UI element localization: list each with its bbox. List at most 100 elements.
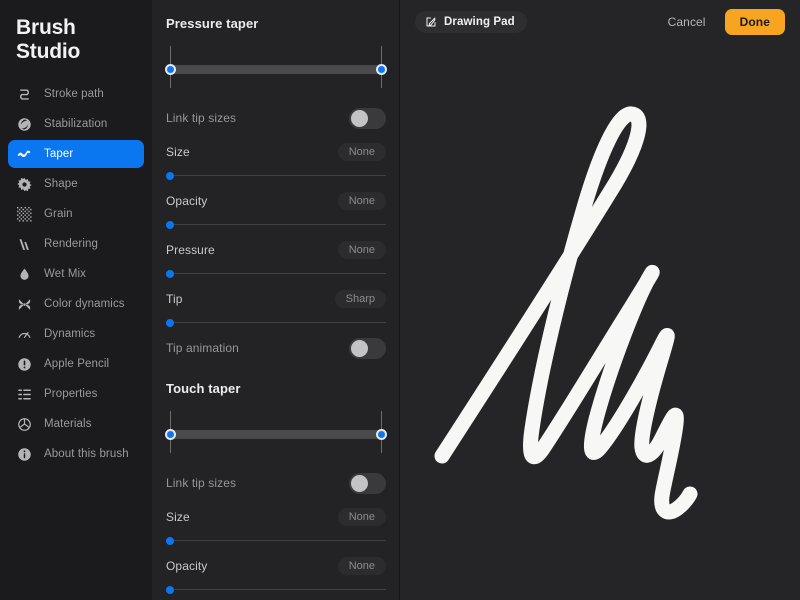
sidebar-item-label: Color dynamics bbox=[44, 298, 125, 310]
brush-stroke bbox=[434, 106, 698, 520]
slider-value-pill[interactable]: None bbox=[337, 192, 386, 210]
link-tip-sizes-toggle-touch[interactable] bbox=[349, 472, 386, 494]
taper-band bbox=[170, 430, 382, 439]
slider-label: Pressure bbox=[166, 243, 215, 257]
canvas-toolbar: Drawing Pad Cancel Done bbox=[400, 0, 800, 44]
link-tip-sizes-label: Link tip sizes bbox=[166, 476, 237, 490]
shape-icon bbox=[16, 176, 32, 192]
slider-knob[interactable] bbox=[166, 318, 174, 327]
slider-rail bbox=[166, 273, 386, 274]
slider-track[interactable] bbox=[166, 585, 386, 594]
tip-animation-label: Tip animation bbox=[166, 341, 239, 355]
slider-label: Size bbox=[166, 145, 190, 159]
brush-studio-window: Brush Studio Stroke path Stabilization Tap… bbox=[0, 0, 800, 600]
slider-rail bbox=[166, 540, 386, 541]
slider-row-tip-pressure[interactable]: Tip Sharp bbox=[166, 282, 386, 331]
slider-row-opacity-touch[interactable]: Opacity None bbox=[166, 549, 386, 598]
sidebar-item-color-dynamics[interactable]: Color dynamics bbox=[8, 290, 144, 318]
cancel-button[interactable]: Cancel bbox=[659, 10, 715, 34]
sidebar-item-stabilization[interactable]: Stabilization bbox=[8, 110, 144, 138]
slider-row-size-pressure[interactable]: Size None bbox=[166, 135, 386, 184]
slider-row-opacity-pressure[interactable]: Opacity None bbox=[166, 184, 386, 233]
sidebar-item-label: Dynamics bbox=[44, 328, 96, 340]
sidebar-item-materials[interactable]: Materials bbox=[8, 410, 144, 438]
sidebar-nav: Stroke path Stabilization Taper Shape Grain R… bbox=[8, 80, 144, 468]
stroke-path-icon bbox=[16, 86, 32, 102]
sidebar-item-about-this-brush[interactable]: About this brush bbox=[8, 440, 144, 468]
slider-label: Opacity bbox=[166, 194, 208, 208]
slider-track[interactable] bbox=[166, 171, 386, 180]
sidebar-item-shape[interactable]: Shape bbox=[8, 170, 144, 198]
link-tip-sizes-toggle-pressure[interactable] bbox=[349, 107, 386, 129]
taper-band bbox=[170, 65, 382, 74]
taper-end-handle[interactable] bbox=[376, 64, 387, 75]
tip-animation-toggle[interactable] bbox=[349, 337, 386, 359]
sidebar: Brush Studio Stroke path Stabilization Tap… bbox=[0, 0, 152, 600]
sidebar-item-label: Rendering bbox=[44, 238, 98, 250]
rendering-icon bbox=[16, 236, 32, 252]
settings-panel[interactable]: Pressure taper Link tip sizes Size None bbox=[152, 0, 400, 600]
sidebar-item-apple-pencil[interactable]: Apple Pencil bbox=[8, 350, 144, 378]
slider-knob[interactable] bbox=[166, 536, 174, 545]
slider-value-pill[interactable]: Sharp bbox=[334, 290, 386, 308]
taper-start-handle[interactable] bbox=[165, 429, 176, 440]
sidebar-item-grain[interactable]: Grain bbox=[8, 200, 144, 228]
slider-track[interactable] bbox=[166, 318, 386, 327]
slider-value-pill[interactable]: None bbox=[337, 557, 386, 575]
sidebar-item-label: Apple Pencil bbox=[44, 358, 110, 370]
materials-icon bbox=[16, 416, 32, 432]
sidebar-item-taper[interactable]: Taper bbox=[8, 140, 144, 168]
slider-label: Tip bbox=[166, 292, 183, 306]
grain-icon bbox=[16, 206, 32, 222]
pressure-taper-preview[interactable] bbox=[165, 41, 387, 93]
link-tip-sizes-row-touch[interactable]: Link tip sizes bbox=[166, 466, 386, 500]
touch-taper-preview[interactable] bbox=[165, 406, 387, 458]
done-button[interactable]: Done bbox=[724, 9, 785, 35]
sidebar-item-wet-mix[interactable]: Wet Mix bbox=[8, 260, 144, 288]
slider-knob[interactable] bbox=[166, 269, 174, 278]
slider-track[interactable] bbox=[166, 220, 386, 229]
sidebar-item-dynamics[interactable]: Dynamics bbox=[8, 320, 144, 348]
slider-value-pill[interactable]: None bbox=[337, 143, 386, 161]
drawing-pad-chip[interactable]: Drawing Pad bbox=[415, 11, 527, 33]
section-title-pressure-taper: Pressure taper bbox=[166, 16, 259, 31]
sidebar-item-label: Stroke path bbox=[44, 88, 104, 100]
sidebar-item-label: Stabilization bbox=[44, 118, 108, 130]
sidebar-item-label: About this brush bbox=[44, 448, 129, 460]
taper-end-handle[interactable] bbox=[376, 429, 387, 440]
slider-knob[interactable] bbox=[166, 171, 174, 180]
color-dynamics-icon bbox=[16, 296, 32, 312]
info-icon bbox=[16, 446, 32, 462]
slider-track[interactable] bbox=[166, 536, 386, 545]
link-tip-sizes-label: Link tip sizes bbox=[166, 111, 237, 125]
sidebar-item-stroke-path[interactable]: Stroke path bbox=[8, 80, 144, 108]
toggle-knob bbox=[351, 339, 368, 357]
sidebar-item-properties[interactable]: Properties bbox=[8, 380, 144, 408]
sidebar-item-label: Grain bbox=[44, 208, 73, 220]
stroke-preview-canvas[interactable] bbox=[400, 44, 800, 600]
tip-animation-row[interactable]: Tip animation bbox=[166, 331, 386, 365]
slider-rail bbox=[166, 589, 386, 590]
slider-value-pill[interactable]: None bbox=[337, 508, 386, 526]
slider-label: Opacity bbox=[166, 559, 208, 573]
slider-row-pressure-pressure[interactable]: Pressure None bbox=[166, 233, 386, 282]
sidebar-item-label: Taper bbox=[44, 148, 74, 160]
slider-knob[interactable] bbox=[166, 220, 174, 229]
sidebar-item-label: Materials bbox=[44, 418, 92, 430]
link-tip-sizes-row-pressure[interactable]: Link tip sizes bbox=[166, 101, 386, 135]
sidebar-item-rendering[interactable]: Rendering bbox=[8, 230, 144, 258]
taper-start-handle[interactable] bbox=[165, 64, 176, 75]
slider-rail bbox=[166, 322, 386, 323]
slider-knob[interactable] bbox=[166, 585, 174, 594]
slider-row-size-touch[interactable]: Size None bbox=[166, 500, 386, 549]
sidebar-item-label: Wet Mix bbox=[44, 268, 87, 280]
slider-track[interactable] bbox=[166, 269, 386, 278]
droplet-icon bbox=[16, 266, 32, 282]
slider-value-pill[interactable]: None bbox=[337, 241, 386, 259]
drawing-pad-label: Drawing Pad bbox=[444, 16, 515, 28]
pencil-edit-icon bbox=[425, 16, 437, 28]
slider-rail bbox=[166, 224, 386, 225]
slider-rail bbox=[166, 175, 386, 176]
toggle-knob bbox=[351, 109, 368, 127]
taper-wave-icon bbox=[16, 146, 32, 162]
